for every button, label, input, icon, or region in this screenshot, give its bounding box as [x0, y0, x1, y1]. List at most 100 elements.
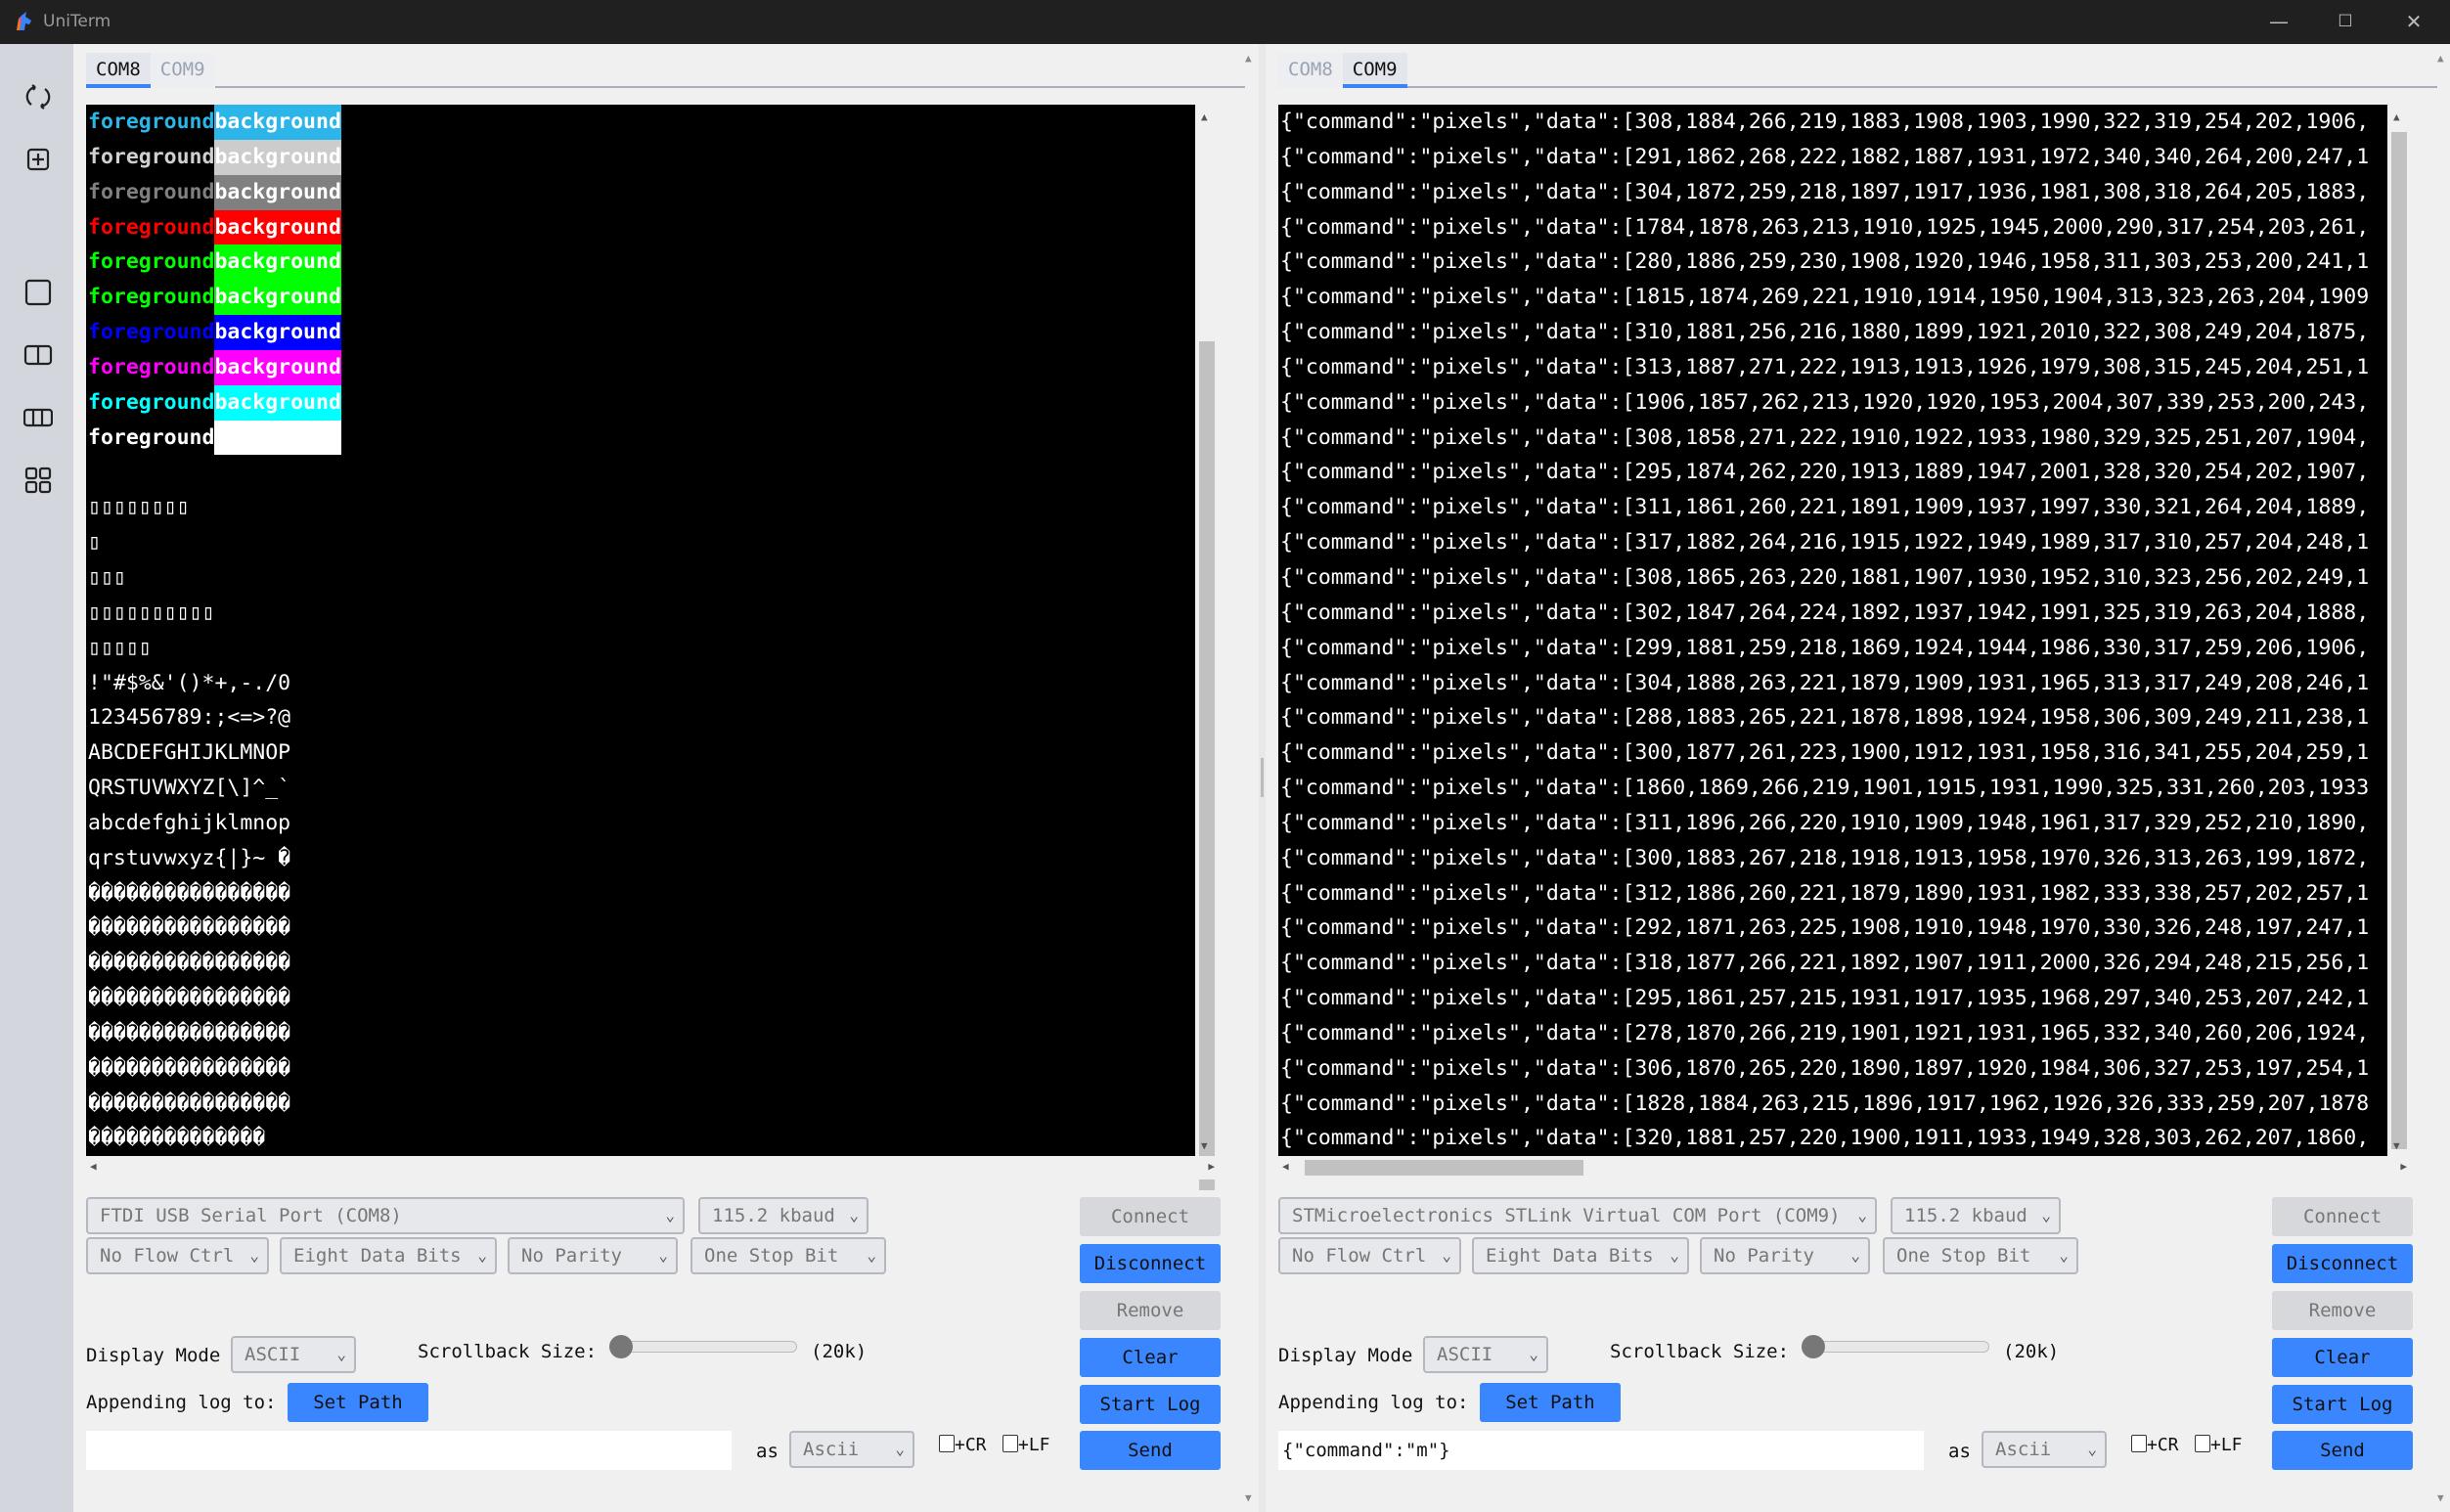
set-path-button[interactable]: Set Path: [1480, 1383, 1621, 1422]
scrollbar-thumb[interactable]: [2391, 132, 2407, 1149]
lf-checkbox[interactable]: +LF: [1002, 1435, 1050, 1455]
pane-splitter[interactable]: [1259, 44, 1266, 1512]
terminal-vertical-scrollbar[interactable]: ▲ ▼: [2387, 105, 2411, 1156]
baud-select[interactable]: 115.2 kbaud ⌄: [1891, 1197, 2061, 1234]
single-pane-icon[interactable]: [23, 278, 53, 307]
scroll-up-arrow-icon[interactable]: ▲: [2393, 111, 2400, 123]
send-format-select[interactable]: Ascii ⌄: [789, 1431, 914, 1468]
scroll-down-arrow-icon[interactable]: ▼: [2393, 1139, 2400, 1152]
baud-select[interactable]: 115.2 kbaud ⌄: [698, 1197, 869, 1234]
chevron-down-icon: ⌄: [1850, 1246, 1860, 1265]
tab-com8[interactable]: COM8: [1278, 53, 1343, 88]
parity-select[interactable]: No Parity ⌄: [1700, 1237, 1870, 1274]
tab-com9[interactable]: COM9: [150, 53, 215, 88]
chevron-down-icon: ⌄: [849, 1206, 859, 1224]
tab-bar: COM8 COM9: [86, 53, 1245, 88]
disconnect-button[interactable]: Disconnect: [2272, 1244, 2413, 1283]
chevron-down-icon: ⌄: [336, 1345, 346, 1363]
two-pane-icon[interactable]: [23, 340, 53, 370]
minimize-button[interactable]: —: [2259, 6, 2298, 37]
terminal-output[interactable]: {"command":"pixels","data":[308,1884,266…: [1278, 105, 2387, 1156]
grid-pane-icon[interactable]: [23, 466, 53, 495]
checkbox-box[interactable]: [1002, 1435, 1018, 1452]
send-input[interactable]: [86, 1431, 732, 1470]
terminal-line: ▯▯▯: [88, 564, 126, 590]
scrollback-slider[interactable]: [1802, 1341, 1989, 1353]
clear-button[interactable]: Clear: [1080, 1338, 1221, 1377]
uniterm-logo-icon: [17, 12, 31, 30]
stop-bits-select[interactable]: One Stop Bit ⌄: [1883, 1237, 2078, 1274]
close-button[interactable]: ✕: [2394, 6, 2433, 37]
foreground-sample: foreground: [88, 249, 215, 275]
stop-bits-select[interactable]: One Stop Bit ⌄: [690, 1237, 886, 1274]
terminal-output[interactable]: foregroundbackground foregroundbackground…: [86, 105, 1195, 1156]
start-log-button[interactable]: Start Log: [2272, 1385, 2413, 1424]
terminal-line: foregroundbackground: [88, 245, 1195, 281]
set-path-button[interactable]: Set Path: [288, 1383, 428, 1422]
scrollbar-thumb[interactable]: [1305, 1160, 1583, 1176]
page-scroll-down-icon[interactable]: ▼: [2437, 1491, 2444, 1504]
scroll-left-arrow-icon[interactable]: ◀: [90, 1160, 97, 1173]
page-scroll-up-icon[interactable]: ▲: [1245, 52, 1252, 65]
terminal-line: {"command":"pixels","data":[1815,1874,26…: [1280, 285, 2370, 310]
data-bits-select-value: Eight Data Bits: [1486, 1245, 1654, 1267]
display-mode-select[interactable]: ASCII ⌄: [231, 1336, 356, 1373]
checkbox-box[interactable]: [2195, 1435, 2210, 1452]
terminal-line: {"command":"pixels","data":[300,1877,261…: [1280, 740, 2370, 766]
scroll-right-arrow-icon[interactable]: ▶: [1208, 1160, 1215, 1173]
terminal-horizontal-scrollbar[interactable]: ◀ ▶: [86, 1156, 1219, 1179]
tab-bar: COM8 COM9: [1278, 53, 2437, 88]
checkbox-box[interactable]: [939, 1435, 955, 1452]
terminal-horizontal-scrollbar[interactable]: ◀ ▶: [1278, 1156, 2411, 1179]
send-button[interactable]: Send: [2272, 1431, 2413, 1470]
flow-control-select-value: No Flow Ctrl: [100, 1245, 235, 1267]
clear-button[interactable]: Clear: [2272, 1338, 2413, 1377]
splitter-grip[interactable]: [1261, 758, 1264, 797]
maximize-button[interactable]: ☐: [2326, 6, 2365, 37]
background-sample: background: [214, 349, 341, 385]
scroll-up-arrow-icon[interactable]: ▲: [1201, 111, 1208, 123]
cr-checkbox[interactable]: +CR: [939, 1435, 987, 1455]
send-format-select[interactable]: Ascii ⌄: [1982, 1431, 2107, 1468]
send-input[interactable]: {"command":"m"}: [1278, 1431, 1924, 1470]
checkbox-box[interactable]: [2131, 1435, 2147, 1452]
page-scroll-down-icon[interactable]: ▼: [1245, 1491, 1252, 1504]
add-icon[interactable]: [23, 145, 53, 174]
remove-button[interactable]: Remove: [2272, 1291, 2413, 1330]
scroll-left-arrow-icon[interactable]: ◀: [1282, 1160, 1289, 1173]
connect-button[interactable]: Connect: [1080, 1197, 1221, 1236]
three-pane-icon[interactable]: [23, 403, 53, 432]
scrollbar-thumb[interactable]: [1199, 341, 1215, 1190]
tab-com9[interactable]: COM9: [1342, 53, 1407, 88]
page-scroll-up-icon[interactable]: ▲: [2437, 52, 2444, 65]
terminal-vertical-scrollbar[interactable]: ▲ ▼: [1195, 105, 1219, 1190]
send-format-select-value: Ascii: [803, 1439, 860, 1460]
display-mode-select[interactable]: ASCII ⌄: [1423, 1336, 1548, 1373]
port-select[interactable]: FTDI USB Serial Port (COM8) ⌄: [86, 1197, 685, 1234]
parity-select[interactable]: No Parity ⌄: [508, 1237, 678, 1274]
window-title: UniTerm: [43, 12, 111, 31]
scrollback-slider[interactable]: [609, 1341, 797, 1353]
refresh-icon[interactable]: [23, 82, 53, 111]
scrollback-value: (20k): [811, 1341, 868, 1362]
scrollback-slider-handle[interactable]: [1802, 1335, 1825, 1358]
send-button[interactable]: Send: [1080, 1431, 1221, 1470]
tab-com8[interactable]: COM8: [86, 53, 151, 88]
scroll-down-arrow-icon[interactable]: ▼: [1201, 1139, 1208, 1152]
remove-button[interactable]: Remove: [1080, 1291, 1221, 1330]
connect-button[interactable]: Connect: [2272, 1197, 2413, 1236]
data-bits-select[interactable]: Eight Data Bits ⌄: [280, 1237, 497, 1274]
terminal-line: {"command":"pixels","data":[1906,1857,26…: [1280, 389, 2370, 415]
flow-control-select[interactable]: No Flow Ctrl ⌄: [86, 1237, 269, 1274]
port-select-value: FTDI USB Serial Port (COM8): [100, 1205, 402, 1226]
data-bits-select[interactable]: Eight Data Bits ⌄: [1472, 1237, 1689, 1274]
scrollback-slider-handle[interactable]: [609, 1335, 633, 1358]
start-log-button[interactable]: Start Log: [1080, 1385, 1221, 1424]
disconnect-button[interactable]: Disconnect: [1080, 1244, 1221, 1283]
lf-checkbox[interactable]: +LF: [2195, 1435, 2243, 1455]
scroll-right-arrow-icon[interactable]: ▶: [2400, 1160, 2407, 1173]
port-select[interactable]: STMicroelectronics STLink Virtual COM Po…: [1278, 1197, 1877, 1234]
terminal-line: 123456789:;<=>?@: [88, 705, 291, 731]
flow-control-select[interactable]: No Flow Ctrl ⌄: [1278, 1237, 1461, 1274]
cr-checkbox[interactable]: +CR: [2131, 1435, 2179, 1455]
